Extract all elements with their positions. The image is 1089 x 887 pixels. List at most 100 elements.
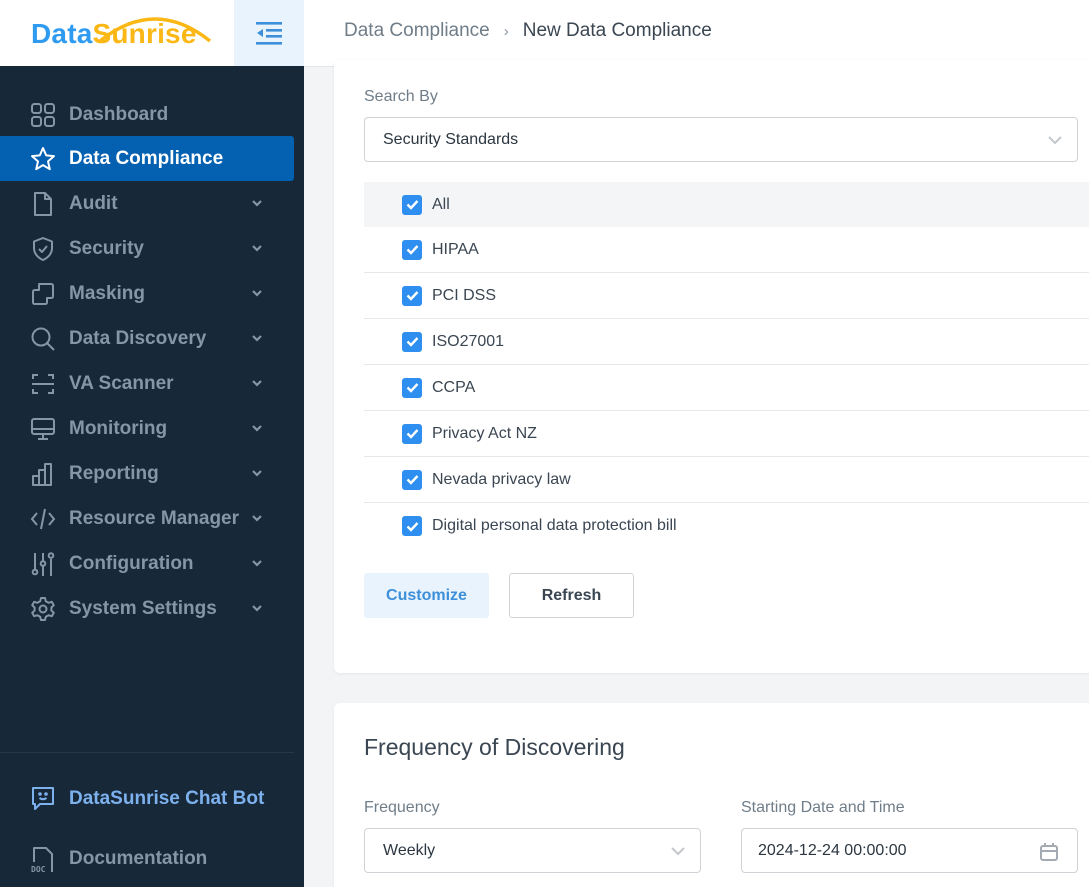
standard-row[interactable]: HIPAA xyxy=(364,227,1089,273)
chevron-down-icon xyxy=(252,200,262,207)
checkbox-checked[interactable] xyxy=(402,516,422,536)
sidebar-item-label: VA Scanner xyxy=(69,372,174,394)
sidebar-collapse-button[interactable] xyxy=(234,0,304,66)
logo-sunrise-text: Sunrise xyxy=(92,18,197,49)
check-icon xyxy=(406,291,418,301)
standard-row[interactable]: Nevada privacy law xyxy=(364,457,1089,503)
checkbox-checked[interactable] xyxy=(402,194,422,215)
customize-button[interactable]: Customize xyxy=(364,573,489,618)
sidebar-item-resource-manager[interactable]: Resource Manager xyxy=(0,496,294,541)
standard-label: Digital personal data protection bill xyxy=(432,517,677,534)
sidebar-item-label: Monitoring xyxy=(69,417,168,439)
sidebar-item-label: Resource Manager xyxy=(69,507,240,529)
shield-check-icon xyxy=(30,236,56,262)
refresh-button[interactable]: Refresh xyxy=(509,573,634,618)
standard-row[interactable]: CCPA xyxy=(364,365,1089,411)
code-icon xyxy=(30,506,56,532)
chatbot-label: DataSunrise Chat Bot xyxy=(69,788,265,809)
chevron-down-icon xyxy=(252,335,262,342)
checkbox-checked[interactable] xyxy=(402,331,422,352)
chevron-down-icon xyxy=(252,560,262,567)
breadcrumb-separator: › xyxy=(503,22,509,40)
chevron-down-icon xyxy=(671,846,685,855)
check-icon xyxy=(406,337,418,347)
chat-bot-icon xyxy=(30,785,56,813)
checkbox-checked[interactable] xyxy=(402,377,422,398)
search-by-value: Security Standards xyxy=(383,130,519,148)
sidebar: Dashboard Data Compliance Audit Security… xyxy=(0,66,304,887)
monitor-icon xyxy=(30,416,56,442)
sidebar-item-audit[interactable]: Audit xyxy=(0,181,294,226)
sidebar-item-system-settings[interactable]: System Settings xyxy=(0,586,294,631)
standard-label: HIPAA xyxy=(432,240,479,258)
standard-row[interactable]: Digital personal data protection bill xyxy=(364,503,1089,549)
checkbox-checked[interactable] xyxy=(402,469,422,490)
start-date-input[interactable]: 2024-12-24 00:00:00 xyxy=(741,828,1078,873)
standard-row-all[interactable]: All xyxy=(364,182,1089,227)
sliders-icon xyxy=(30,551,56,577)
standard-row[interactable]: ISO27001 xyxy=(364,319,1089,365)
bar-chart-icon xyxy=(30,461,56,487)
sidebar-item-label: Data Compliance xyxy=(69,147,224,169)
frequency-section-title: Frequency of Discovering xyxy=(364,734,625,760)
standard-label: CCPA xyxy=(432,378,476,396)
standard-label: Nevada privacy law xyxy=(432,470,571,488)
sidebar-item-label: Masking xyxy=(69,282,146,304)
sidebar-divider xyxy=(0,752,294,753)
chatbot-link[interactable]: DataSunrise Chat Bot xyxy=(0,779,294,819)
standard-label: ISO27001 xyxy=(432,332,505,350)
chevron-down-icon xyxy=(252,290,262,297)
sidebar-item-label: Configuration xyxy=(69,552,194,574)
chevron-down-icon xyxy=(252,515,262,522)
sidebar-item-va-scanner[interactable]: VA Scanner xyxy=(0,361,294,406)
frequency-select[interactable]: Weekly xyxy=(364,828,701,873)
breadcrumb-current: New Data Compliance xyxy=(522,20,712,41)
dashboard-grid-icon xyxy=(30,102,56,128)
chevron-down-icon xyxy=(252,380,262,387)
menu-collapse-icon xyxy=(256,22,282,45)
sidebar-item-label: Security xyxy=(69,237,144,259)
breadcrumb: Data Compliance › New Data Compliance xyxy=(344,20,712,42)
sidebar-item-data-discovery[interactable]: Data Discovery xyxy=(0,316,294,361)
checkbox-checked[interactable] xyxy=(402,285,422,306)
checkbox-checked[interactable] xyxy=(402,423,422,444)
sidebar-item-label: System Settings xyxy=(69,597,217,619)
check-icon xyxy=(406,429,418,439)
gear-icon xyxy=(30,596,56,622)
standard-label: Privacy Act NZ xyxy=(432,424,537,442)
breadcrumb-parent-link[interactable]: Data Compliance xyxy=(344,20,490,42)
chevron-down-icon xyxy=(1048,135,1062,144)
search-by-label: Search By xyxy=(364,88,438,105)
start-date-label: Starting Date and Time xyxy=(741,799,905,816)
standard-row[interactable]: Privacy Act NZ xyxy=(364,411,1089,457)
calendar-icon[interactable] xyxy=(1039,842,1059,862)
sidebar-item-monitoring[interactable]: Monitoring xyxy=(0,406,294,451)
sidebar-item-security[interactable]: Security xyxy=(0,226,294,271)
search-by-select[interactable]: Security Standards xyxy=(364,117,1078,162)
standard-row[interactable]: PCI DSS xyxy=(364,273,1089,319)
documentation-link[interactable]: DOC Documentation xyxy=(0,839,294,879)
check-icon xyxy=(406,383,418,393)
doc-icon: DOC xyxy=(30,845,56,873)
scanner-icon xyxy=(30,371,56,397)
sidebar-item-reporting[interactable]: Reporting xyxy=(0,451,294,496)
sidebar-item-masking[interactable]: Masking xyxy=(0,271,294,316)
svg-text:DOC: DOC xyxy=(31,865,46,873)
logo-area: DataSunrise xyxy=(0,0,234,66)
check-icon xyxy=(406,475,418,485)
logo: DataSunrise xyxy=(31,18,197,50)
logo-data-text: Data xyxy=(31,18,93,49)
sidebar-item-configuration[interactable]: Configuration xyxy=(0,541,294,586)
sidebar-item-dashboard[interactable]: Dashboard xyxy=(0,92,294,137)
sidebar-item-label: Dashboard xyxy=(69,103,169,125)
sidebar-item-label: Reporting xyxy=(69,462,159,484)
checkbox-checked[interactable] xyxy=(402,239,422,260)
chevron-down-icon xyxy=(252,470,262,477)
standard-label: PCI DSS xyxy=(432,286,497,304)
check-icon xyxy=(406,200,418,210)
page-header: Data Compliance › New Data Compliance xyxy=(304,0,1089,67)
frequency-value: Weekly xyxy=(383,841,436,859)
sidebar-item-label: Data Discovery xyxy=(69,327,207,349)
start-date-value: 2024-12-24 00:00:00 xyxy=(758,841,907,859)
sidebar-item-data-compliance[interactable]: Data Compliance xyxy=(0,136,294,181)
